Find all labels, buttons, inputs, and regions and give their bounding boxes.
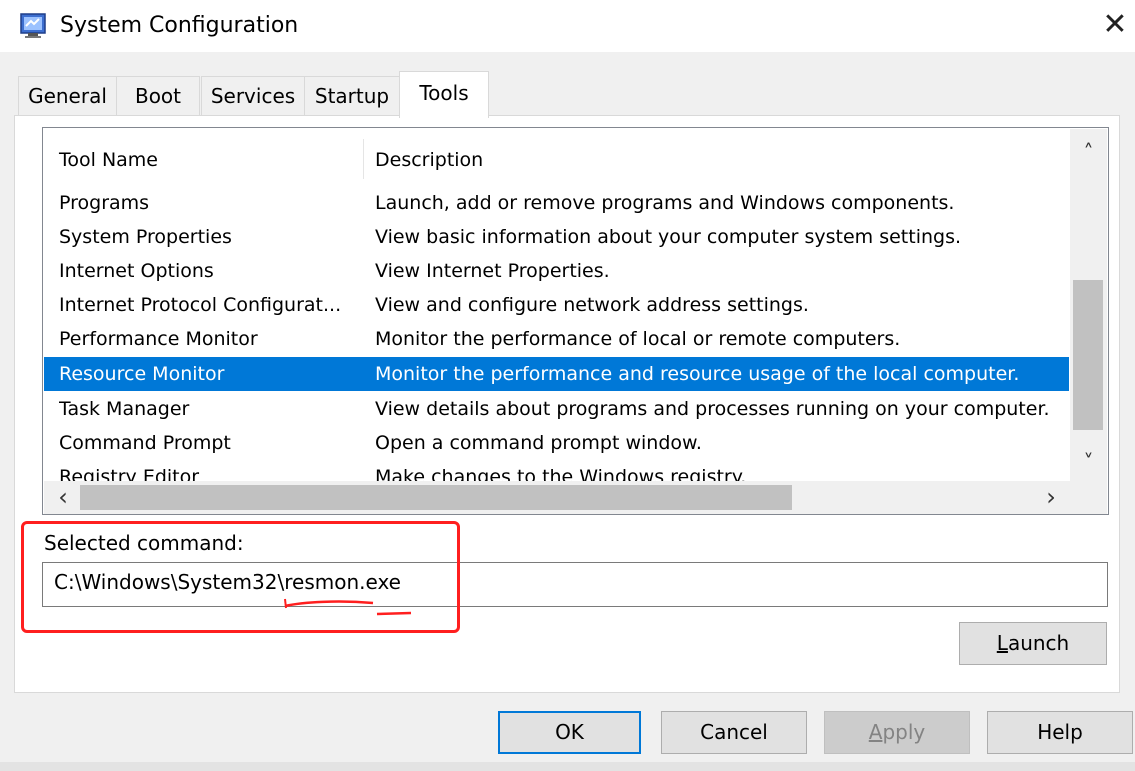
tool-name: Performance Monitor [59, 328, 258, 350]
vertical-scroll-thumb[interactable] [1073, 280, 1103, 430]
list-header: Tool Name Description [44, 129, 1069, 185]
launch-access-key: L [996, 631, 1008, 655]
launch-label: aunch [1007, 631, 1070, 655]
tool-description: Launch, add or remove programs and Windo… [375, 192, 955, 214]
title-bar: System Configuration ✕ [0, 0, 1135, 52]
tool-description: View and configure network address setti… [375, 294, 809, 316]
tool-description: View basic information about your comput… [375, 226, 962, 248]
tab-label: General [28, 84, 107, 108]
tab-label: Startup [314, 84, 390, 108]
tool-name: System Properties [59, 226, 232, 248]
tab-label: Boot [134, 84, 182, 108]
tool-name: Internet Protocol Configurat... [59, 294, 342, 316]
window-title: System Configuration [60, 13, 299, 38]
apply-access-key: A [868, 720, 883, 744]
tab-services[interactable]: Services [201, 76, 305, 116]
tool-description: View details about programs and processe… [375, 398, 1050, 420]
annotation-underline [284, 598, 412, 616]
cancel-button[interactable]: Cancel [661, 711, 807, 754]
column-header-description[interactable]: Description [360, 129, 1060, 185]
horizontal-scroll-thumb[interactable] [80, 485, 792, 510]
tool-description: Open a command prompt window. [375, 432, 702, 454]
list-item-selected[interactable]: Resource Monitor Monitor the performance… [44, 357, 1069, 391]
help-button[interactable]: Help [987, 711, 1133, 754]
tab-general[interactable]: General [18, 76, 117, 116]
apply-label: pply [882, 720, 926, 744]
tab-label: Services [210, 84, 296, 108]
close-icon[interactable]: ✕ [1098, 8, 1132, 44]
launch-button[interactable]: Launch [959, 622, 1107, 665]
tab-label: Tools [419, 81, 469, 105]
tool-name: Internet Options [59, 260, 214, 282]
list-item[interactable]: Command Prompt Open a command prompt win… [44, 426, 1069, 460]
msconfig-app-icon [20, 13, 46, 38]
tool-name: Command Prompt [59, 432, 231, 454]
column-header-tool-name[interactable]: Tool Name [44, 129, 362, 185]
scroll-right-icon[interactable]: › [1037, 481, 1065, 514]
tool-name: Task Manager [59, 398, 190, 420]
tab-startup[interactable]: Startup [304, 76, 400, 116]
apply-button[interactable]: Apply [824, 711, 970, 754]
ok-button[interactable]: OK [498, 711, 641, 754]
tool-description: View Internet Properties. [375, 260, 610, 282]
list-item[interactable]: System Properties View basic information… [44, 220, 1069, 254]
list-item[interactable]: Programs Launch, add or remove programs … [44, 186, 1069, 220]
ok-label: OK [555, 720, 584, 744]
tab-boot[interactable]: Boot [116, 76, 200, 116]
help-label: Help [1037, 720, 1083, 744]
scroll-up-icon[interactable]: ˄ [1070, 140, 1107, 168]
tools-list[interactable]: Tool Name Description Programs Launch, a… [42, 127, 1109, 515]
tool-description: Monitor the performance of local or remo… [375, 328, 901, 350]
cancel-label: Cancel [700, 720, 768, 744]
tab-tools[interactable]: Tools [399, 71, 489, 118]
list-item[interactable]: Task Manager View details about programs… [44, 392, 1069, 426]
scroll-down-icon[interactable]: ˅ [1070, 450, 1107, 478]
scroll-left-icon[interactable]: ‹ [49, 481, 77, 514]
tool-name: Resource Monitor [59, 363, 225, 385]
tool-description: Monitor the performance and resource usa… [375, 363, 1020, 385]
tool-name: Programs [59, 192, 150, 214]
list-item[interactable]: Performance Monitor Monitor the performa… [44, 322, 1069, 356]
list-item[interactable]: Internet Options View Internet Propertie… [44, 254, 1069, 288]
list-item[interactable]: Internet Protocol Configurat... View and… [44, 288, 1069, 322]
window-bottom-edge [0, 762, 1135, 771]
